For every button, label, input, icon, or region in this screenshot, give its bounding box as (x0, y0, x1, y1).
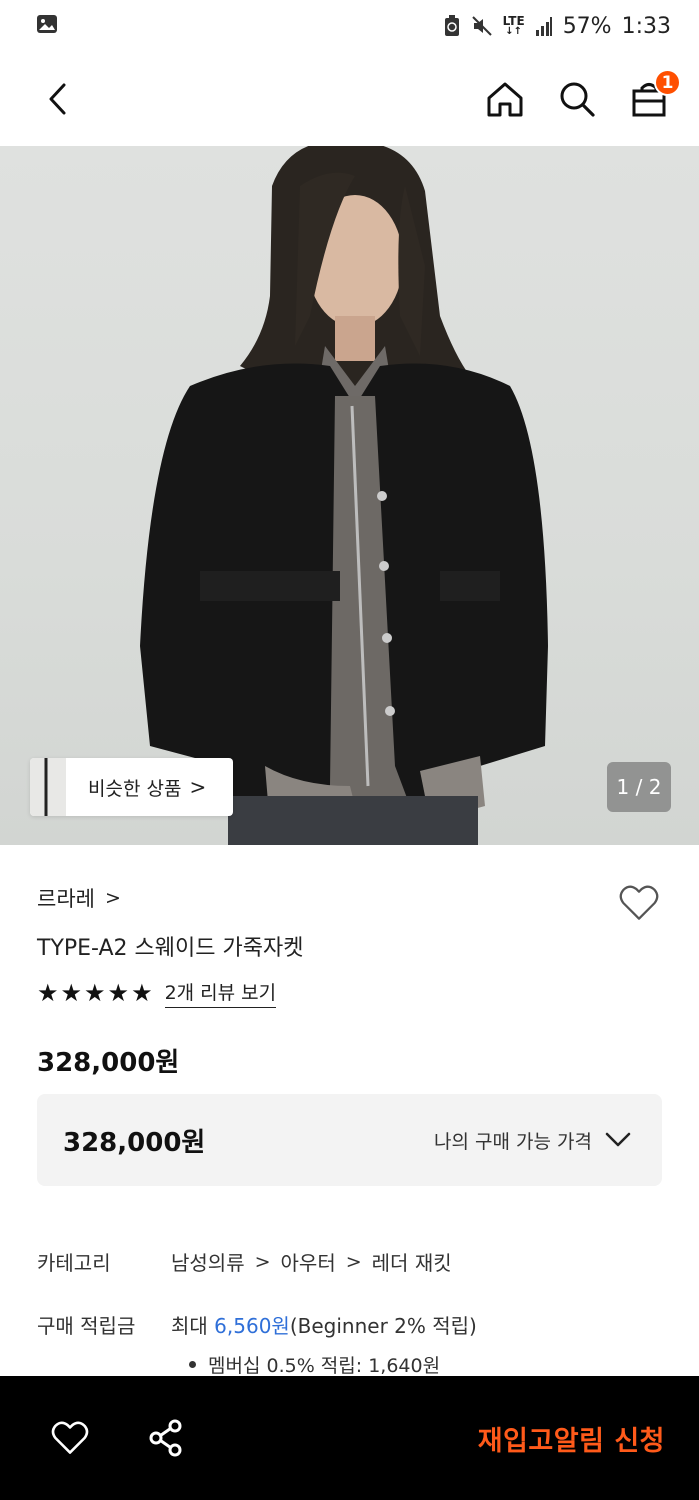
star-icon: ★ (60, 979, 83, 1007)
my-price-box[interactable]: 328,000원 나의 구매 가능 가격 (37, 1094, 662, 1186)
image-page-indicator: 1 / 2 (607, 762, 671, 812)
product-name: TYPE-A2 스웨이드 가죽자켓 (37, 936, 304, 961)
view-reviews-link[interactable]: 2개 리뷰 보기 (164, 978, 277, 1008)
share-icon[interactable] (146, 1418, 186, 1458)
brand-link[interactable]: 르라레 > (37, 883, 121, 913)
category-label: 카테고리 (37, 1251, 111, 1275)
points-row: 구매 적립금 최대 6,560원 (Beginner 2% 적립) (37, 1310, 477, 1339)
membership-points-item: 멤버십 0.5% 적립: 1,640원 (189, 1351, 440, 1378)
product-image-carousel[interactable]: 비슷한 상품 > 1 / 2 (0, 146, 699, 845)
home-icon[interactable] (485, 79, 525, 119)
search-icon[interactable] (557, 79, 597, 119)
chevron-right-icon: > (104, 887, 121, 909)
my-price-toggle[interactable]: 나의 구매 가능 가격 (434, 1127, 632, 1154)
back-icon[interactable] (38, 79, 78, 119)
similar-products-button[interactable]: 비슷한 상품 > (30, 758, 233, 816)
points-amount: 6,560원 (214, 1314, 290, 1338)
category-level-2[interactable]: 아우터 (281, 1247, 336, 1276)
status-bar: LTE ↓↑ 57% 1:33 (0, 0, 699, 52)
points-suffix: (Beginner 2% 적립) (289, 1314, 477, 1338)
chevron-down-icon (605, 1132, 631, 1147)
my-price-value: 328,000원 (63, 1127, 206, 1158)
star-icon: ★ (37, 979, 59, 1007)
my-price-toggle-label: 나의 구매 가능 가격 (434, 1130, 592, 1153)
product-price: 328,000원 (37, 1048, 180, 1078)
battery-saver-icon (443, 15, 461, 37)
restock-notification-button[interactable]: 재입고알림 신청 (478, 1419, 665, 1458)
chevron-right-icon: > (254, 1250, 271, 1273)
category-breadcrumb: 남성의류 > 아우터 > 레더 재킷 (171, 1247, 452, 1276)
bottom-action-bar: 재입고알림 신청 (0, 1376, 699, 1500)
similar-product-thumbnail (30, 758, 66, 816)
mute-icon (471, 15, 493, 37)
category-level-3[interactable]: 레더 재킷 (372, 1247, 452, 1276)
cart-icon[interactable]: 1 (629, 69, 681, 119)
points-prefix: 최대 (171, 1314, 215, 1338)
star-icon: ★ (107, 979, 130, 1007)
category-row: 카테고리 남성의류 > 아우터 > 레더 재킷 (37, 1247, 452, 1276)
points-label: 구매 적립금 (37, 1314, 136, 1338)
chevron-right-icon: > (189, 775, 207, 799)
similar-products-label: 비슷한 상품 (88, 777, 182, 800)
category-level-1[interactable]: 남성의류 (171, 1247, 245, 1276)
bullet-icon (189, 1361, 196, 1368)
cart-count-badge: 1 (654, 69, 681, 96)
wishlist-heart-icon[interactable] (50, 1418, 90, 1458)
battery-percent: 57% (562, 13, 612, 39)
rating-row: ★ ★ ★ ★ ★ 2개 리뷰 보기 (37, 978, 277, 1008)
signal-icon (535, 16, 553, 36)
clock: 1:33 (621, 13, 671, 39)
wishlist-heart-icon[interactable] (619, 883, 659, 923)
star-icon: ★ (84, 979, 106, 1007)
chevron-right-icon: > (345, 1250, 362, 1273)
membership-points-text: 멤버십 0.5% 적립: 1,640원 (208, 1355, 441, 1377)
star-icon: ★ (131, 979, 153, 1007)
product-photo (140, 146, 548, 845)
brand-name: 르라레 (37, 887, 95, 911)
rating-stars: ★ ★ ★ ★ ★ (37, 981, 153, 1005)
lte-icon: LTE ↓↑ (502, 14, 525, 37)
gallery-notification-icon (36, 13, 58, 39)
points-value: 최대 6,560원 (Beginner 2% 적립) (171, 1310, 477, 1339)
top-navigation: 1 (0, 52, 699, 146)
